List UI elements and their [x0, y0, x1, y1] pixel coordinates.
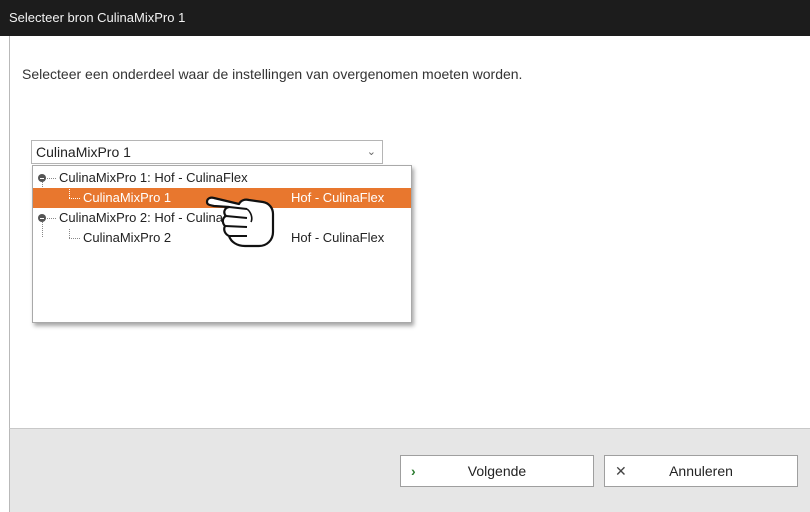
chevron-down-icon[interactable]: ⌄: [367, 141, 376, 163]
next-button-label: Volgende: [467, 463, 527, 479]
cancel-button-label: Annuleren: [669, 463, 733, 479]
instruction-text: Selecteer een onderdeel waar de instelli…: [22, 66, 523, 82]
cancel-button[interactable]: ✕ Annuleren: [604, 455, 798, 487]
tree-item-label: CulinaMixPro 2: [83, 230, 172, 245]
source-select-value: CulinaMixPro 1: [36, 144, 131, 160]
tree-connector: [47, 218, 56, 219]
tree-connector: [69, 238, 80, 239]
next-button[interactable]: › Volgende: [400, 455, 594, 487]
dialog: Selecteer bron CulinaMixPro 1 Selecteer …: [0, 0, 810, 512]
tree-group-row[interactable]: CulinaMixPro 1: Hof - CulinaFlex: [33, 168, 411, 188]
tree-connector: [47, 178, 56, 179]
tree-group-label: CulinaMixPro 1: Hof - CulinaFlex: [59, 170, 248, 185]
window-title: Selecteer bron CulinaMixPro 1: [0, 0, 810, 36]
minus-circle-icon[interactable]: [38, 214, 46, 222]
minus-circle-icon[interactable]: [38, 174, 46, 182]
tree-item-label: CulinaMixPro 1: [83, 190, 172, 205]
source-select[interactable]: CulinaMixPro 1 ⌄: [31, 140, 383, 164]
tree-item-group: Hof - CulinaFlex: [291, 190, 385, 205]
tree-connector: [69, 189, 70, 198]
tree-connector: [69, 229, 70, 238]
hand-pointer-icon: [205, 196, 275, 248]
tree-item-group: Hof - CulinaFlex: [291, 230, 385, 245]
tree-connector: [69, 198, 80, 199]
